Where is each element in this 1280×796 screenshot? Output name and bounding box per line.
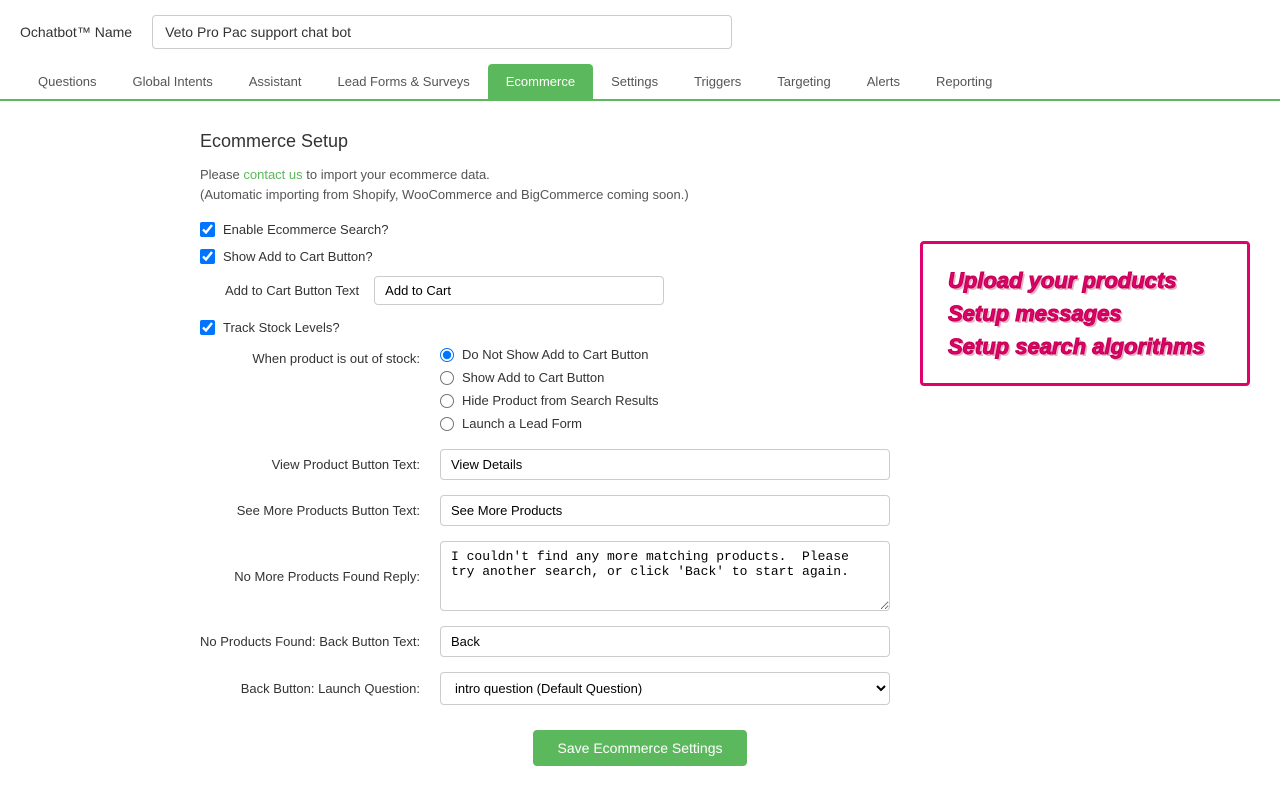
show-add-to-cart-label: Show Add to Cart Button? <box>223 249 373 264</box>
no-more-products-row: No More Products Found Reply: I couldn't… <box>200 541 1080 611</box>
enable-ecommerce-row: Enable Ecommerce Search? <box>200 222 1080 237</box>
see-more-row: See More Products Button Text: <box>200 495 1080 526</box>
save-button-wrapper: Save Ecommerce Settings <box>200 730 1080 766</box>
back-button-question-label: Back Button: Launch Question: <box>200 681 420 696</box>
contact-us-link[interactable]: contact us <box>243 167 302 182</box>
nav-targeting[interactable]: Targeting <box>759 64 848 99</box>
track-stock-label: Track Stock Levels? <box>223 320 340 335</box>
view-product-input[interactable] <box>440 449 890 480</box>
radio-launch-lead-label: Launch a Lead Form <box>462 416 582 431</box>
header-title: Ochatbot™ Name <box>20 24 132 40</box>
back-button-question-select[interactable]: intro question (Default Question) <box>440 672 890 705</box>
nav-alerts[interactable]: Alerts <box>849 64 918 99</box>
no-products-back-input[interactable] <box>440 626 890 657</box>
no-more-products-label: No More Products Found Reply: <box>200 569 420 584</box>
radio-row-2: Show Add to Cart Button <box>440 370 659 385</box>
radio-do-not-show[interactable] <box>440 348 454 362</box>
radio-hide-product[interactable] <box>440 394 454 408</box>
radio-show-add-label: Show Add to Cart Button <box>462 370 604 385</box>
nav-triggers[interactable]: Triggers <box>676 64 759 99</box>
back-button-question-row: Back Button: Launch Question: intro ques… <box>200 672 1080 705</box>
radio-hide-product-label: Hide Product from Search Results <box>462 393 659 408</box>
promo-box: Upload your products Setup messages Setu… <box>920 241 1250 386</box>
bot-name-input[interactable] <box>152 15 732 49</box>
nav-assistant[interactable]: Assistant <box>231 64 320 99</box>
enable-ecommerce-checkbox[interactable] <box>200 222 215 237</box>
nav-lead-forms[interactable]: Lead Forms & Surveys <box>320 64 488 99</box>
nav-settings[interactable]: Settings <box>593 64 676 99</box>
save-ecommerce-button[interactable]: Save Ecommerce Settings <box>533 730 748 766</box>
out-of-stock-label: When product is out of stock: <box>200 347 420 366</box>
add-to-cart-text-input[interactable] <box>374 276 664 305</box>
radio-row-3: Hide Product from Search Results <box>440 393 659 408</box>
radio-show-add[interactable] <box>440 371 454 385</box>
main-content: Upload your products Setup messages Setu… <box>0 101 1280 796</box>
main-nav: Questions Global Intents Assistant Lead … <box>0 64 1280 101</box>
nav-reporting[interactable]: Reporting <box>918 64 1010 99</box>
description-note: (Automatic importing from Shopify, WooCo… <box>200 187 1080 202</box>
enable-ecommerce-label: Enable Ecommerce Search? <box>223 222 388 237</box>
show-add-to-cart-checkbox[interactable] <box>200 249 215 264</box>
promo-line3: Setup search algorithms <box>948 330 1222 363</box>
view-product-label: View Product Button Text: <box>200 457 420 472</box>
see-more-label: See More Products Button Text: <box>200 503 420 518</box>
radio-row-4: Launch a Lead Form <box>440 416 659 431</box>
nav-questions[interactable]: Questions <box>20 64 115 99</box>
promo-line2: Setup messages <box>948 297 1222 330</box>
view-product-row: View Product Button Text: <box>200 449 1080 480</box>
description-line1: Please contact us to import your ecommer… <box>200 167 1080 182</box>
section-title: Ecommerce Setup <box>200 131 1080 152</box>
nav-ecommerce[interactable]: Ecommerce <box>488 64 593 99</box>
add-to-cart-text-label: Add to Cart Button Text <box>225 283 359 298</box>
see-more-input[interactable] <box>440 495 890 526</box>
track-stock-checkbox[interactable] <box>200 320 215 335</box>
promo-line1: Upload your products <box>948 264 1222 297</box>
description-post: to import your ecommerce data. <box>306 167 490 182</box>
radio-do-not-show-label: Do Not Show Add to Cart Button <box>462 347 648 362</box>
header: Ochatbot™ Name <box>0 0 1280 64</box>
no-more-products-textarea[interactable]: I couldn't find any more matching produc… <box>440 541 890 611</box>
no-products-back-label: No Products Found: Back Button Text: <box>200 634 420 649</box>
radio-row-1: Do Not Show Add to Cart Button <box>440 347 659 362</box>
out-of-stock-options: Do Not Show Add to Cart Button Show Add … <box>440 347 659 431</box>
description-pre: Please <box>200 167 240 182</box>
radio-launch-lead[interactable] <box>440 417 454 431</box>
no-products-back-row: No Products Found: Back Button Text: <box>200 626 1080 657</box>
nav-global-intents[interactable]: Global Intents <box>115 64 231 99</box>
